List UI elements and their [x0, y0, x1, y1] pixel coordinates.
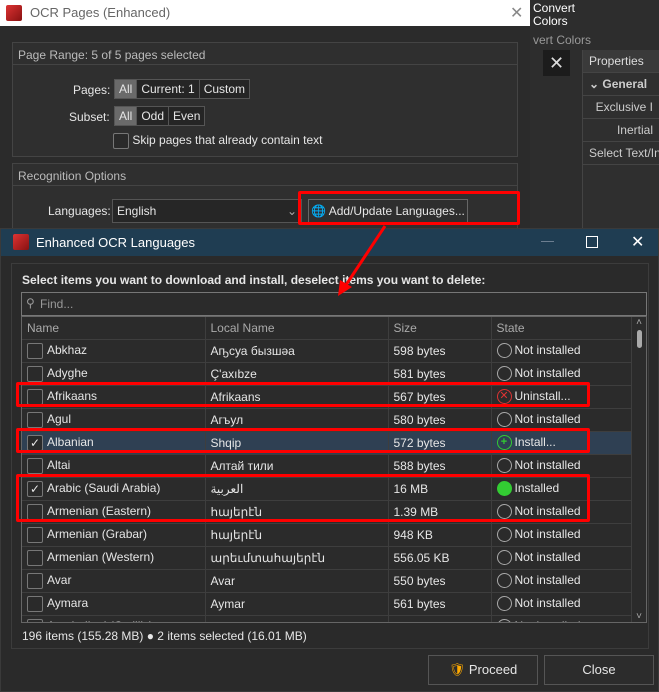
annotation-arrow: [338, 225, 387, 296]
